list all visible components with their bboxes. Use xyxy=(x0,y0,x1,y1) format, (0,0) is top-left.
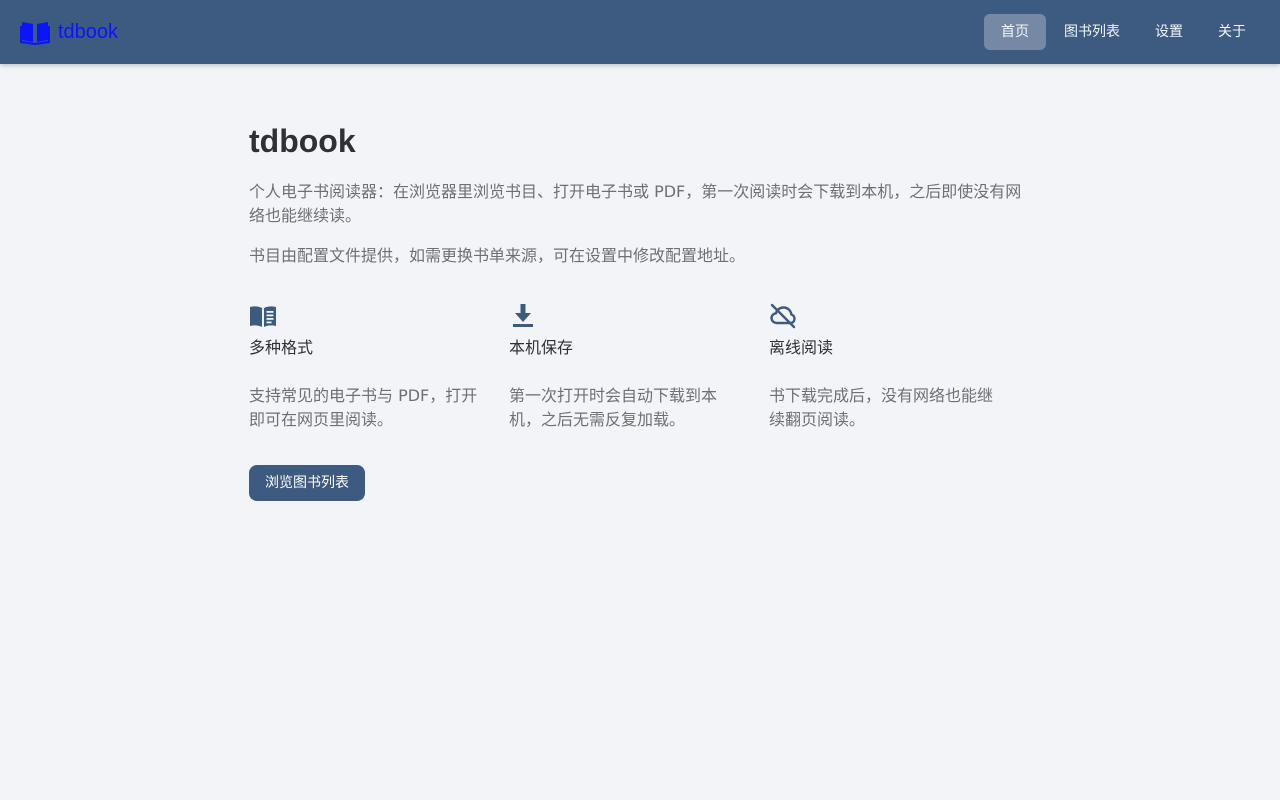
feature-title: 离线阅读 xyxy=(769,338,834,357)
feature-offline: 离线阅读 书下载完成后，没有网络也能继续翻页阅读。 xyxy=(769,302,1029,432)
browse-book-list-button[interactable]: 浏览图书列表 xyxy=(249,465,365,501)
feature-formats: 多种格式 支持常见的电子书与 PDF，打开即可在网页里阅读。 xyxy=(249,302,509,432)
nav-item-book-list[interactable]: 图书列表 xyxy=(1047,14,1137,50)
brand-name: tdbook xyxy=(58,20,119,43)
intro-paragraph: 个人电子书阅读器：在浏览器里浏览书目、打开电子书或 PDF，第一次阅读时会下载到… xyxy=(249,182,1022,225)
main-content: tdbook 个人电子书阅读器：在浏览器里浏览书目、打开电子书或 PDF，第一次… xyxy=(249,120,1029,501)
main-nav: 首页 图书列表 设置 关于 xyxy=(983,14,1263,50)
config-note: 书目由配置文件提供，如需更换书单来源，可在设置中修改配置地址。 xyxy=(249,246,746,265)
feature-list: 多种格式 支持常见的电子书与 PDF，打开即可在网页里阅读。 本机保存 第一次打… xyxy=(249,302,1029,432)
feature-local-save: 本机保存 第一次打开时会自动下载到本机，之后无需反复加载。 xyxy=(509,302,769,432)
nav-item-settings[interactable]: 设置 xyxy=(1138,14,1200,50)
top-navbar: tdbook 首页 图书列表 设置 关于 xyxy=(0,0,1280,64)
feature-title: 多种格式 xyxy=(249,338,314,357)
feature-desc: 书下载完成后，没有网络也能继续翻页阅读。 xyxy=(769,386,994,429)
feature-desc: 第一次打开时会自动下载到本机，之后无需反复加载。 xyxy=(509,386,718,429)
feature-title: 本机保存 xyxy=(509,338,574,357)
nav-item-home[interactable]: 首页 xyxy=(984,14,1046,50)
feature-desc: 支持常见的电子书与 PDF，打开即可在网页里阅读。 xyxy=(249,386,478,429)
brand-link[interactable]: tdbook xyxy=(20,19,118,45)
page-title: tdbook xyxy=(249,123,356,159)
download-icon xyxy=(513,304,533,327)
book-open-icon xyxy=(20,22,50,45)
open-book-icon xyxy=(250,306,276,327)
nav-item-about[interactable]: 关于 xyxy=(1201,14,1263,50)
cloud-off-icon xyxy=(770,303,796,329)
